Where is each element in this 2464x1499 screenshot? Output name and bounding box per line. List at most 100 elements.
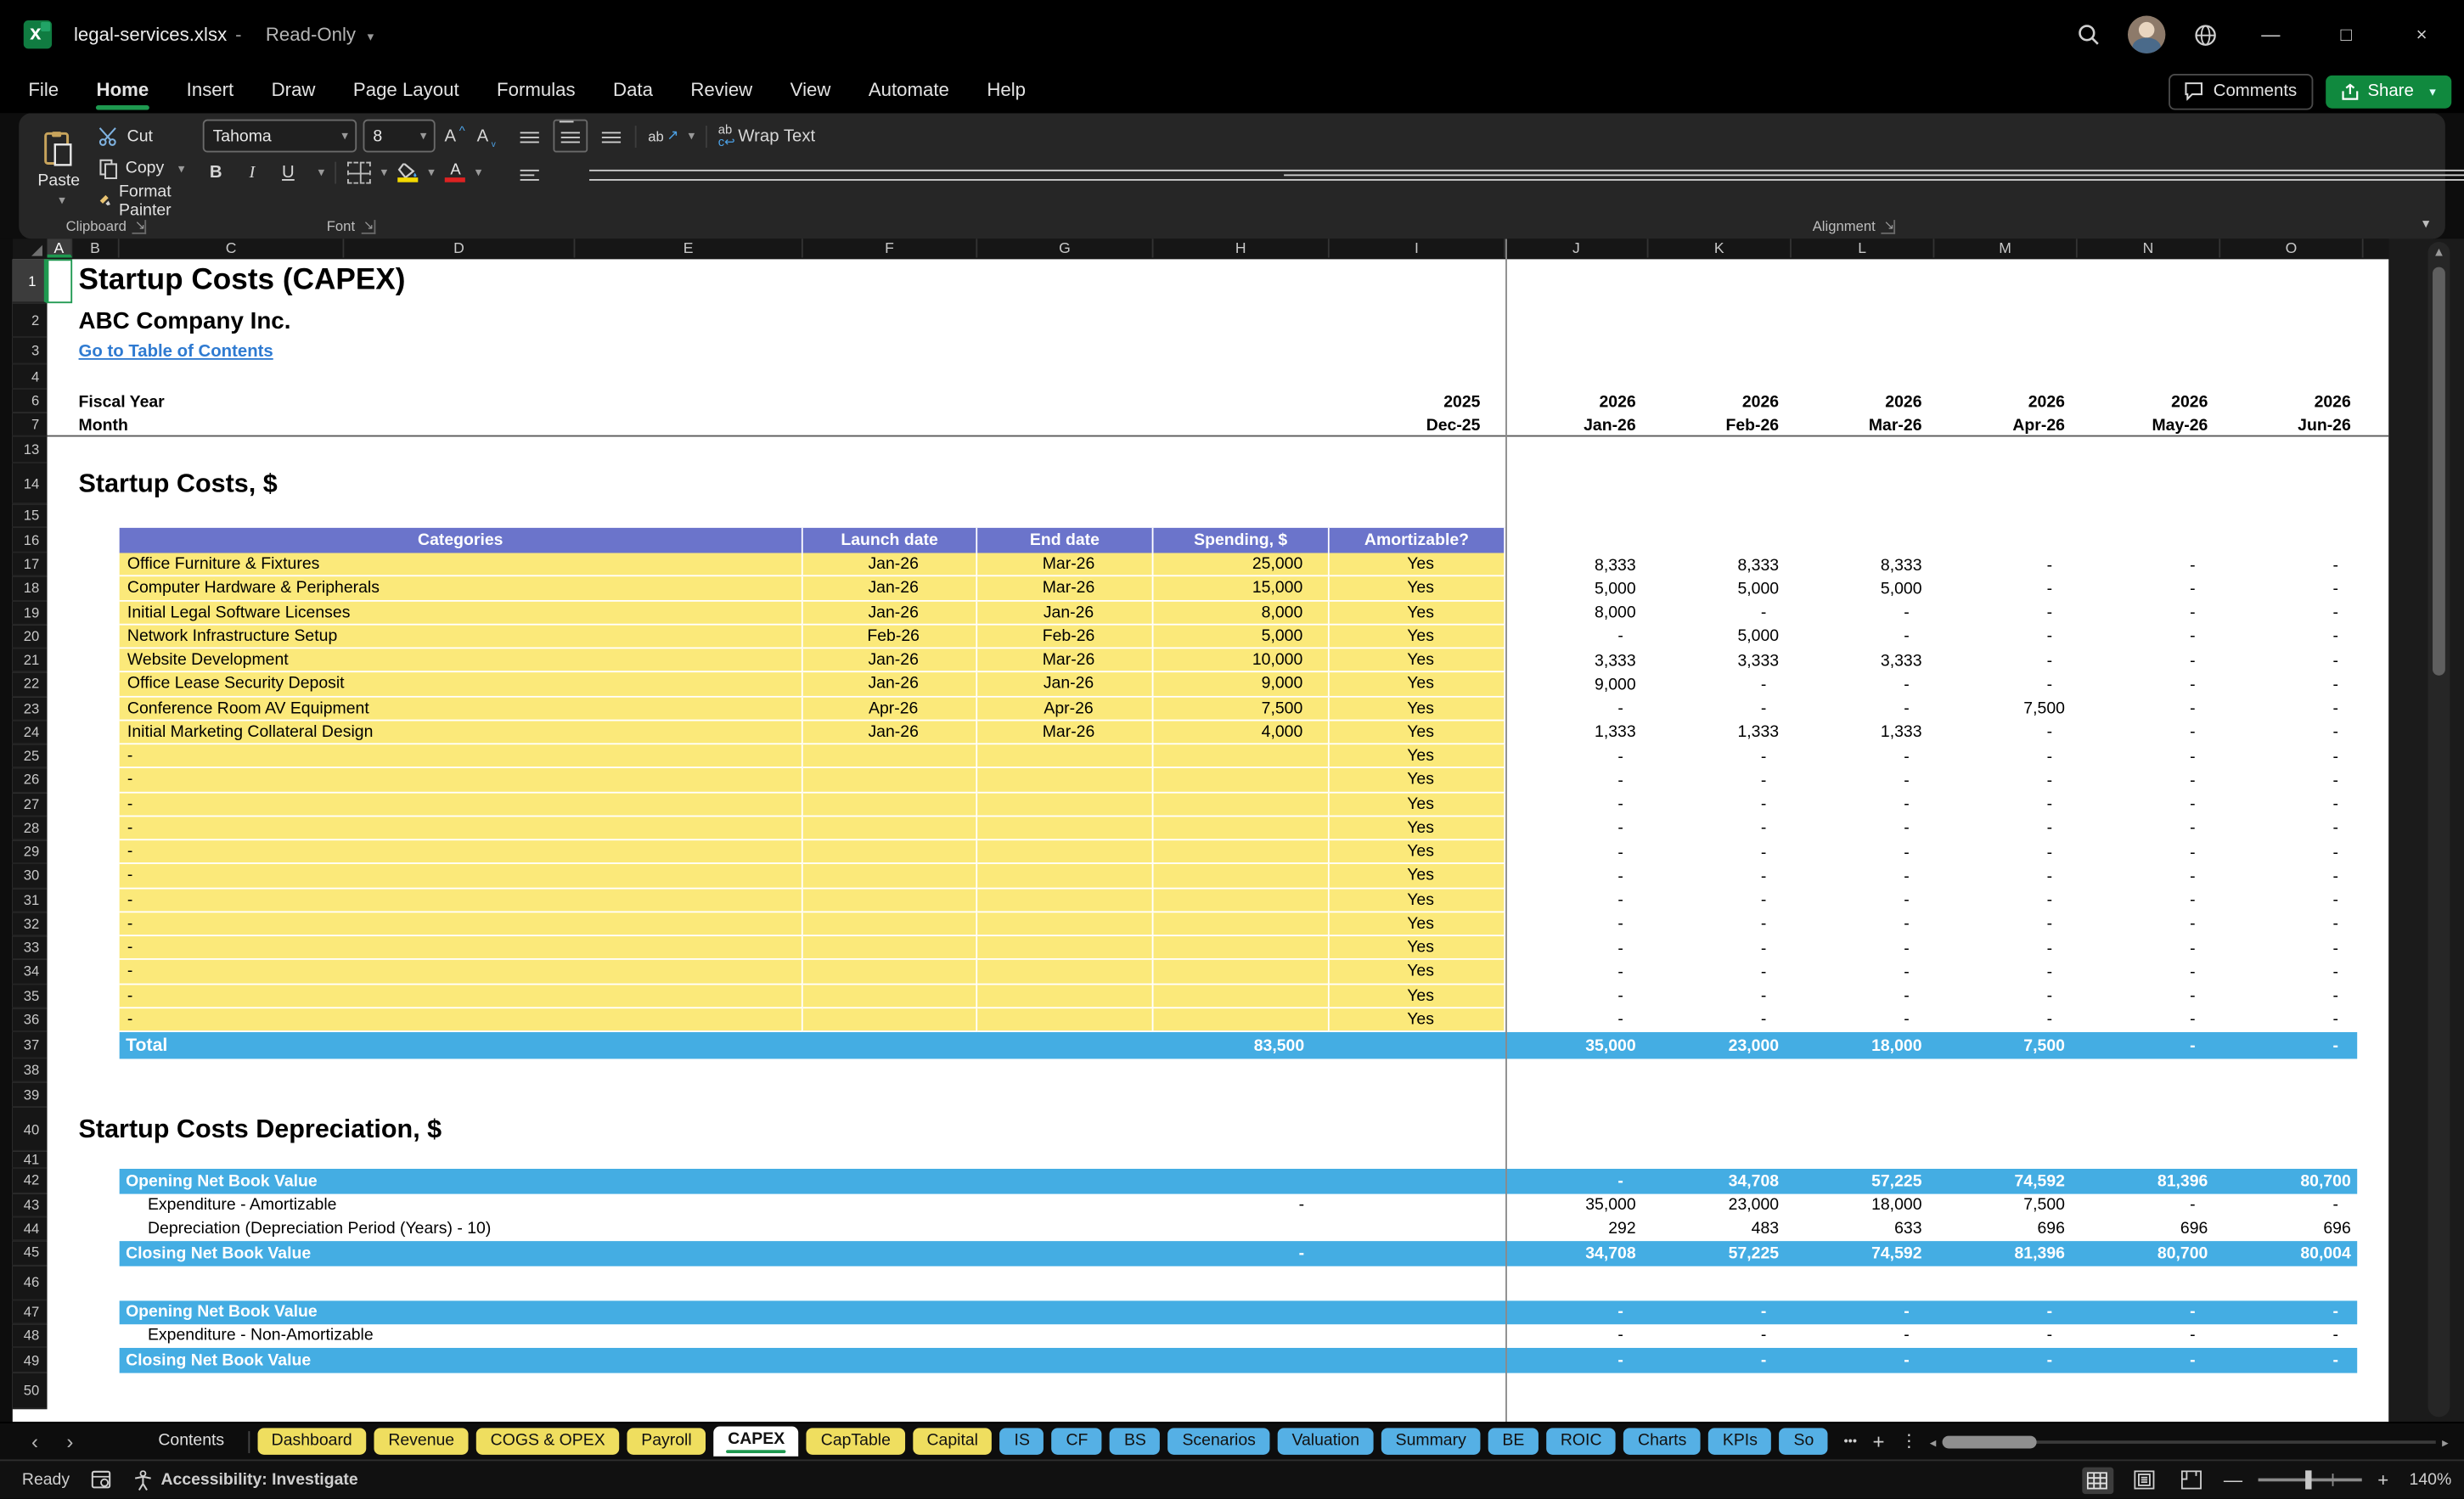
column-header-M[interactable]: M bbox=[1934, 239, 2078, 258]
cell-launch-date[interactable] bbox=[802, 888, 978, 912]
sheet-nav-left-arrow[interactable]: ‹ bbox=[22, 1429, 48, 1453]
sheet-tab-kpis[interactable]: KPIs bbox=[1708, 1428, 1772, 1455]
cell-month-1[interactable]: - bbox=[1648, 985, 1791, 1008]
cell-category[interactable]: Network Infrastructure Setup bbox=[119, 625, 803, 649]
cell-month-5[interactable]: - bbox=[2220, 744, 2363, 768]
sheet-tab-scenarios[interactable]: Scenarios bbox=[1167, 1428, 1270, 1455]
cell-month-5[interactable]: - bbox=[2220, 1032, 2363, 1058]
cell-month-5[interactable]: 696 bbox=[2220, 1216, 2363, 1240]
cell-month-5[interactable]: - bbox=[2220, 673, 2363, 697]
cell-amortizable[interactable]: Yes bbox=[1329, 600, 1506, 626]
sheet-title[interactable]: Startup Costs (CAPEX) bbox=[79, 259, 1021, 303]
cell-launch-date[interactable] bbox=[802, 912, 978, 937]
month-value[interactable]: Mar-26 bbox=[1792, 413, 1934, 437]
table-header-1[interactable]: Launch date bbox=[802, 527, 978, 553]
new-sheet-button[interactable]: + bbox=[1873, 1429, 1885, 1453]
column-header-G[interactable]: G bbox=[977, 239, 1154, 258]
cell-month-2[interactable]: - bbox=[1792, 936, 1934, 960]
cell-amortizable[interactable]: Yes bbox=[1329, 672, 1506, 697]
cell-end-date[interactable]: Mar-26 bbox=[977, 576, 1154, 601]
cell-month-2[interactable]: - bbox=[1792, 673, 1934, 697]
cell-amortizable[interactable]: Yes bbox=[1329, 984, 1506, 1008]
row-header-2[interactable]: 2 bbox=[12, 303, 48, 338]
column-header-L[interactable]: L bbox=[1792, 239, 1935, 258]
font-family-select[interactable]: Tahoma ▾ bbox=[203, 119, 357, 153]
comments-button[interactable]: Comments bbox=[2169, 73, 2313, 109]
copy-button[interactable]: Copy ▾ bbox=[98, 154, 184, 181]
cell-category[interactable]: - bbox=[119, 1008, 803, 1032]
cell-category[interactable]: Office Furniture & Fixtures bbox=[119, 553, 803, 577]
cell-month-1[interactable]: - bbox=[1648, 936, 1791, 960]
cell-amortizable[interactable]: Yes bbox=[1329, 721, 1506, 745]
cell-month-3[interactable]: - bbox=[1934, 889, 2077, 912]
row-header-26[interactable]: 26 bbox=[12, 768, 48, 793]
cell-category[interactable]: Office Lease Security Deposit bbox=[119, 672, 803, 697]
row-header-47[interactable]: 47 bbox=[12, 1300, 48, 1324]
cell-month-1[interactable]: 483 bbox=[1648, 1216, 1791, 1240]
cell-spending[interactable] bbox=[1153, 792, 1330, 817]
collapse-ribbon-chevron[interactable]: ▾ bbox=[2422, 216, 2429, 233]
fiscal-year-value[interactable]: 2026 bbox=[1792, 390, 1934, 413]
page-break-preview-button[interactable] bbox=[2176, 1467, 2208, 1493]
scroll-left-arrow[interactable]: ◂ bbox=[1930, 1435, 1936, 1450]
cell-month-2[interactable]: 1,333 bbox=[1792, 721, 1934, 744]
cell-month-0[interactable]: 8,000 bbox=[1505, 601, 1648, 625]
cell-month-5[interactable]: - bbox=[2220, 793, 2363, 817]
cell-month-4[interactable]: - bbox=[2078, 936, 2220, 960]
row-header-33[interactable]: 33 bbox=[12, 936, 48, 961]
cell-spending[interactable]: 15,000 bbox=[1153, 576, 1330, 601]
cell-amortizable[interactable]: Yes bbox=[1329, 553, 1506, 577]
cell-month-3[interactable]: 696 bbox=[1934, 1216, 2077, 1240]
cell-month-2[interactable]: - bbox=[1792, 1323, 1934, 1348]
align-right-button[interactable] bbox=[589, 160, 2464, 187]
cell-launch-date[interactable] bbox=[802, 744, 978, 769]
cell-month-5[interactable]: - bbox=[2220, 697, 2363, 721]
cell-end-date[interactable] bbox=[977, 960, 1154, 985]
fiscal-year-label[interactable]: Fiscal Year bbox=[79, 390, 393, 413]
row-header-40[interactable]: 40 bbox=[12, 1107, 48, 1152]
scroll-right-arrow[interactable]: ▸ bbox=[2442, 1435, 2448, 1450]
cell-amortizable[interactable]: Yes bbox=[1329, 696, 1506, 721]
cell-category[interactable]: - bbox=[119, 792, 803, 817]
row-header-41[interactable]: 41 bbox=[12, 1151, 48, 1169]
cell-month-3[interactable]: - bbox=[1934, 744, 2077, 768]
sheet-tab-revenue[interactable]: Revenue bbox=[374, 1428, 469, 1455]
cell-month-5[interactable]: 80,004 bbox=[2220, 1240, 2363, 1266]
search-icon[interactable] bbox=[2071, 17, 2106, 52]
cell-category[interactable]: Initial Legal Software Licenses bbox=[119, 600, 803, 626]
cell-month-2[interactable]: - bbox=[1792, 912, 1934, 936]
cell-month-3[interactable]: - bbox=[1934, 648, 2077, 672]
cell-month-3[interactable]: - bbox=[1934, 673, 2077, 697]
menu-tab-file[interactable]: File bbox=[9, 69, 77, 113]
cell-month-1[interactable]: - bbox=[1648, 697, 1791, 721]
sheet-tab-contents[interactable]: Contents bbox=[143, 1428, 240, 1454]
sheet-tab-cf[interactable]: CF bbox=[1051, 1428, 1103, 1455]
cell-month-1[interactable]: - bbox=[1648, 817, 1791, 840]
cell-month-5[interactable]: - bbox=[2220, 721, 2363, 744]
cell-month-2[interactable]: - bbox=[1792, 985, 1934, 1008]
cell-month-2[interactable]: - bbox=[1792, 889, 1934, 912]
cell-month-3[interactable]: - bbox=[1934, 864, 2077, 888]
cell-month-1[interactable]: 57,225 bbox=[1648, 1240, 1791, 1266]
vertical-scrollbar[interactable]: ▲ bbox=[2427, 242, 2450, 1418]
cell-month-0[interactable]: - bbox=[1505, 1323, 1648, 1348]
cell-spending[interactable] bbox=[1153, 912, 1330, 937]
cell-category[interactable]: - bbox=[119, 864, 803, 889]
column-header-D[interactable]: D bbox=[344, 239, 576, 258]
cell-month-0[interactable]: 8,333 bbox=[1505, 553, 1648, 576]
cell-category[interactable]: - bbox=[119, 768, 803, 793]
dep-h-value[interactable]: - bbox=[1153, 1240, 1329, 1266]
cell-month-4[interactable]: - bbox=[2078, 1032, 2220, 1058]
sheet-tab-bs[interactable]: BS bbox=[1110, 1428, 1161, 1455]
fiscal-year-value[interactable]: 2026 bbox=[2220, 390, 2363, 413]
cell-month-0[interactable]: - bbox=[1505, 1300, 1648, 1324]
cell-month-4[interactable]: 81,396 bbox=[2078, 1169, 2220, 1193]
cell-month-0[interactable]: 3,333 bbox=[1505, 648, 1648, 672]
increase-font-button[interactable]: A ^ bbox=[442, 122, 468, 149]
month-value[interactable]: Feb-26 bbox=[1648, 413, 1791, 437]
cell-spending[interactable]: 4,000 bbox=[1153, 721, 1330, 745]
cell-category[interactable]: - bbox=[119, 936, 803, 961]
cell-month-0[interactable]: 9,000 bbox=[1505, 673, 1648, 697]
wrap-text-button[interactable]: ab c↩ Wrap Text bbox=[718, 122, 815, 149]
cell-month-4[interactable]: - bbox=[2078, 817, 2220, 840]
